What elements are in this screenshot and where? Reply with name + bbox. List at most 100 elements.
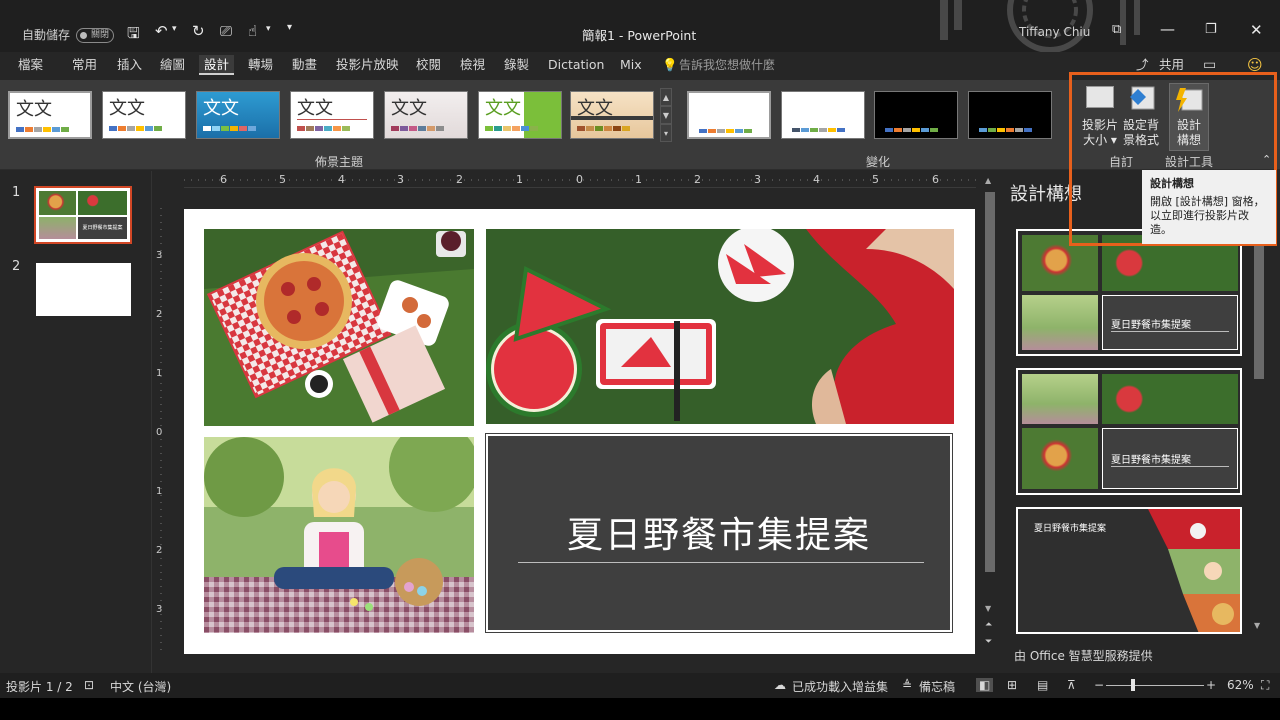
thumb-title: 夏日野餐市集提案 xyxy=(78,217,127,239)
close-icon[interactable]: ✕ xyxy=(1250,21,1263,39)
scroll-thumb[interactable] xyxy=(985,192,995,572)
vruler-label: 2 xyxy=(156,545,163,556)
slide-count: 投影片 1 / 2 xyxy=(6,680,73,694)
undo-dropdown-icon[interactable]: ▾ xyxy=(172,24,177,34)
design-idea-2[interactable]: 夏日野餐市集提案 xyxy=(1016,368,1242,495)
slide-1-thumbnail[interactable]: 夏日野餐市集提案 xyxy=(34,186,132,244)
hruler-label: 5 xyxy=(872,173,879,186)
design-pane-footer: 由 Office 智慧型服務提供 xyxy=(1014,649,1153,663)
variant-4[interactable] xyxy=(968,91,1052,139)
fit-to-window-icon[interactable]: ⛶ xyxy=(1261,678,1269,693)
thumb-photo-watermelon xyxy=(78,191,127,215)
tab-draw[interactable]: 繪圖 xyxy=(160,55,185,75)
design-idea-3[interactable]: 夏日野餐市集提案 xyxy=(1016,507,1242,634)
lightbulb-icon: 💡 xyxy=(662,57,678,72)
touch-dropdown-icon[interactable]: ▾ xyxy=(266,24,271,34)
tab-review[interactable]: 校閱 xyxy=(416,55,441,75)
theme-preview-text: 文文 xyxy=(109,98,145,119)
theme-office-2[interactable]: 文文 xyxy=(102,91,186,139)
undo-icon[interactable]: ↶ xyxy=(155,22,168,40)
vruler-label: 1 xyxy=(156,486,163,497)
tab-dictation[interactable]: Dictation xyxy=(548,55,604,75)
slideshow-icon[interactable]: ⊼ xyxy=(1067,678,1076,692)
minimize-icon[interactable]: — xyxy=(1160,20,1175,38)
save-icon[interactable]: 🖫 xyxy=(127,23,140,48)
design-pane-scrollbar[interactable]: ▼ xyxy=(1253,229,1265,634)
zoom-slider-thumb[interactable] xyxy=(1131,679,1135,691)
variant-1[interactable] xyxy=(687,91,771,139)
girl-illustration xyxy=(204,437,474,633)
next-slide-icon[interactable]: ⏷ xyxy=(985,637,992,647)
touch-mode-icon[interactable]: ☝ xyxy=(248,22,257,40)
themes-group-label: 佈景主題 xyxy=(315,155,364,169)
normal-view-icon[interactable]: ◧ xyxy=(976,678,994,692)
tell-me-box[interactable]: 告訴我您想做什麼 xyxy=(679,55,775,75)
tab-mix[interactable]: Mix xyxy=(620,55,642,75)
reading-view-icon[interactable]: ▤ xyxy=(1037,678,1048,692)
tab-file[interactable]: 檔案 xyxy=(18,55,43,75)
previous-slide-icon[interactable]: ⏶ xyxy=(985,620,992,630)
idea3-collage xyxy=(1148,509,1240,632)
tab-view[interactable]: 檢視 xyxy=(460,55,485,75)
scroll-down-icon[interactable]: ▼ xyxy=(985,604,991,613)
tab-design[interactable]: 設計 xyxy=(199,55,235,75)
redo-icon[interactable]: ↻ xyxy=(192,22,205,40)
zoom-level[interactable]: 62% xyxy=(1227,678,1254,692)
ribbon-display-options-icon[interactable]: ⧉ xyxy=(1112,22,1121,37)
tab-animations[interactable]: 動畫 xyxy=(292,55,317,75)
notes-icon: ≜ xyxy=(902,678,913,692)
theme-integral[interactable]: 文文 xyxy=(290,91,374,139)
tab-record[interactable]: 錄製 xyxy=(504,55,529,75)
slide-title[interactable]: 夏日野餐市集提案 xyxy=(488,506,950,558)
notes-button[interactable]: 備忘稿 xyxy=(919,678,955,695)
restore-icon[interactable]: ❐ xyxy=(1205,22,1217,37)
status-bar xyxy=(0,673,1280,698)
language-status[interactable]: 中文 (台灣) xyxy=(110,678,171,695)
photo-girl[interactable] xyxy=(204,437,474,633)
theme-office[interactable]: 文文 xyxy=(8,91,92,139)
gallery-more-icon[interactable]: ▾ xyxy=(660,124,672,142)
design-scroll-thumb[interactable] xyxy=(1254,229,1264,379)
photo-watermelon[interactable] xyxy=(486,229,954,424)
variants-group-label: 變化 xyxy=(866,155,891,169)
photo-pizza[interactable] xyxy=(204,229,474,426)
pizza-illustration xyxy=(204,229,474,426)
slide-title-box[interactable]: 夏日野餐市集提案 xyxy=(485,433,953,633)
variant-2[interactable] xyxy=(781,91,865,139)
accessibility-icon[interactable]: ⊡ xyxy=(84,678,94,692)
variant-3[interactable] xyxy=(874,91,958,139)
themes-gallery-scroll[interactable]: ▲ ▼ ▾ xyxy=(660,88,672,144)
hruler-label: 1 xyxy=(635,173,642,186)
scroll-up-icon[interactable]: ▲ xyxy=(985,176,991,185)
zoom-out-icon[interactable]: − xyxy=(1094,678,1104,692)
theme-retrospect[interactable]: 文文 xyxy=(478,91,562,139)
slide-scrollbar[interactable]: ▲ ▼ ⏶ ⏷ xyxy=(982,172,998,662)
addins-status[interactable]: 已成功載入增益集 xyxy=(792,678,888,695)
tab-transitions[interactable]: 轉場 xyxy=(248,55,273,75)
slide-sorter-icon[interactable]: ⊞ xyxy=(1007,678,1017,692)
hruler-label: 3 xyxy=(754,173,761,186)
theme-facet[interactable]: 文文 xyxy=(196,91,280,139)
idea2-photo-pizza xyxy=(1022,428,1098,489)
theme-wood[interactable]: 文文 xyxy=(570,91,654,139)
tab-slideshow[interactable]: 投影片放映 xyxy=(336,55,399,75)
customize-qat-icon[interactable]: ▾ xyxy=(287,22,292,33)
watermelon-illustration xyxy=(486,229,954,424)
design-scroll-down-icon[interactable]: ▼ xyxy=(1254,621,1260,630)
tab-home[interactable]: 常用 xyxy=(72,55,97,75)
slide-2-thumbnail[interactable] xyxy=(36,263,131,316)
tooltip-body: 開啟 [設計構想] 窗格，以立即進行投影片改造。 xyxy=(1150,195,1265,236)
zoom-in-icon[interactable]: + xyxy=(1206,678,1216,692)
gallery-up-icon[interactable]: ▲ xyxy=(660,88,672,106)
gallery-down-icon[interactable]: ▼ xyxy=(660,106,672,124)
hruler-label: 3 xyxy=(397,173,404,186)
autosave-label: 自動儲存 xyxy=(22,28,71,42)
zoom-slider-track[interactable] xyxy=(1106,685,1204,686)
autosave-toggle[interactable]: 關閉 xyxy=(76,28,114,43)
theme-ion[interactable]: 文文 xyxy=(384,91,468,139)
present-from-start-icon[interactable]: ⎚ xyxy=(220,22,232,40)
user-name[interactable]: Tiffany Chiu xyxy=(1019,25,1090,39)
title-underline xyxy=(518,562,924,563)
design-idea-1[interactable]: 夏日野餐市集提案 xyxy=(1016,229,1242,356)
tab-insert[interactable]: 插入 xyxy=(117,55,142,75)
